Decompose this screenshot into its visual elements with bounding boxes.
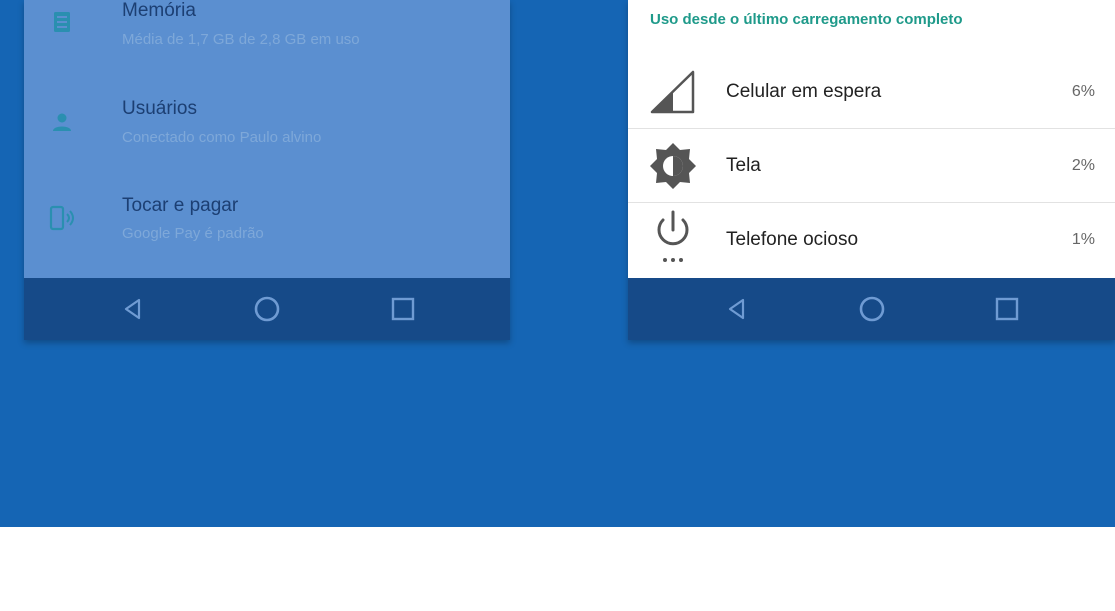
battery-item-label: Tela — [726, 155, 761, 176]
navigation-bar — [628, 278, 1115, 340]
navigation-bar — [24, 278, 510, 340]
battery-item-cell-standby[interactable]: Celular em espera 6% — [628, 55, 1115, 129]
left-phone: Memória Média de 1,7 GB de 2,8 GB em uso… — [24, 0, 510, 340]
battery-item-label: Celular em espera — [726, 81, 882, 102]
setting-item-users[interactable]: Usuários Conectado como Paulo alvino — [24, 80, 510, 160]
back-icon[interactable] — [116, 292, 150, 326]
section-header: Uso desde o último carregamento completo — [650, 11, 963, 28]
battery-item-label: Telefone ocioso — [726, 229, 859, 250]
setting-item-memory[interactable]: Memória Média de 1,7 GB de 2,8 GB em uso — [24, 0, 510, 62]
power-icon — [648, 210, 698, 262]
battery-item-phone-idle[interactable]: Telefone ocioso 1% — [628, 203, 1115, 276]
brightness-icon — [648, 141, 698, 191]
setting-subtitle: Google Pay é padrão — [122, 225, 264, 242]
setting-subtitle: Média de 1,7 GB de 2,8 GB em uso — [122, 31, 360, 48]
settings-list: Memória Média de 1,7 GB de 2,8 GB em uso… — [24, 0, 510, 278]
cell-signal-icon — [648, 67, 698, 117]
setting-subtitle: Conectado como Paulo alvino — [122, 129, 322, 146]
battery-item-percent: 6% — [1071, 83, 1095, 100]
battery-item-percent: 2% — [1071, 157, 1095, 174]
home-icon[interactable] — [250, 292, 284, 326]
battery-usage-screen: Uso desde o último carregamento completo… — [628, 0, 1115, 278]
user-icon — [48, 108, 76, 136]
home-icon[interactable] — [855, 292, 889, 326]
setting-title: Usuários — [122, 98, 197, 119]
setting-title: Memória — [122, 0, 196, 21]
setting-item-tap-pay[interactable]: Tocar e pagar Google Pay é padrão — [24, 178, 510, 258]
tap-pay-icon — [48, 204, 76, 232]
memory-icon — [48, 8, 76, 36]
right-phone: Uso desde o último carregamento completo… — [628, 0, 1115, 340]
battery-item-percent: 1% — [1071, 231, 1095, 248]
setting-title: Tocar e pagar — [122, 195, 239, 216]
recents-icon[interactable] — [990, 292, 1024, 326]
battery-item-screen[interactable]: Tela 2% — [628, 129, 1115, 203]
bottom-margin — [0, 527, 1115, 611]
back-icon[interactable] — [720, 292, 754, 326]
recents-icon[interactable] — [386, 292, 420, 326]
